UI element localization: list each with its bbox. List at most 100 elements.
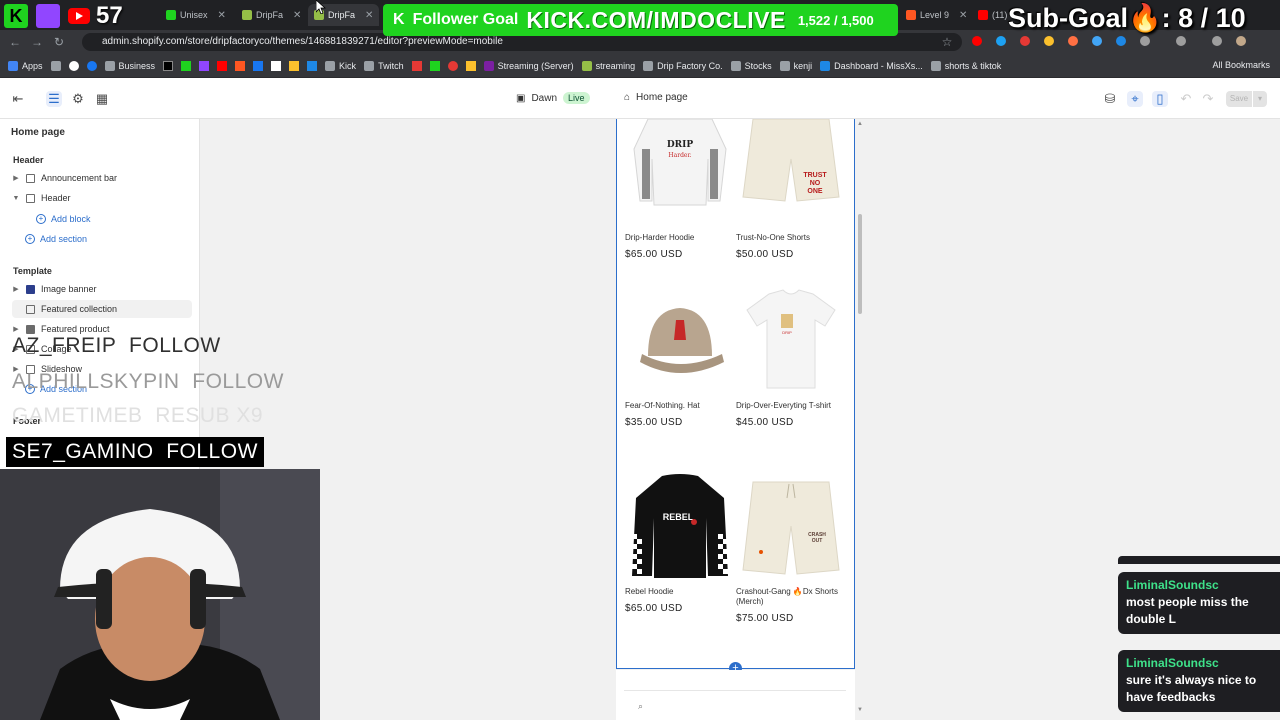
grid-icon[interactable] bbox=[50, 60, 61, 71]
gear-icon[interactable]: ⚙ bbox=[70, 91, 86, 107]
product-title[interactable]: Trust-No-One Shorts bbox=[736, 233, 846, 243]
redo-icon[interactable]: ↷ bbox=[1200, 91, 1216, 107]
extension-icon[interactable] bbox=[307, 60, 318, 71]
extension-icon[interactable] bbox=[972, 36, 982, 46]
extension-icon[interactable] bbox=[1044, 36, 1054, 46]
preview-scrollbar[interactable]: ▲ ▼ bbox=[857, 121, 863, 717]
bookmark-item[interactable]: Stocks bbox=[730, 60, 772, 71]
close-icon[interactable]: ✕ bbox=[365, 10, 373, 21]
close-icon[interactable]: ✕ bbox=[293, 10, 301, 21]
extension-icon[interactable] bbox=[1116, 36, 1126, 46]
product-title[interactable]: Crashout-Gang 🔥Dx Shorts (Merch) bbox=[736, 587, 846, 607]
reload-icon[interactable]: ↻ bbox=[48, 35, 70, 49]
threads-icon[interactable] bbox=[271, 60, 282, 71]
folder-icon bbox=[104, 60, 115, 71]
x-icon[interactable] bbox=[163, 60, 174, 71]
chevron-right-icon[interactable]: ▶ bbox=[12, 325, 20, 333]
extension-icon[interactable] bbox=[1068, 36, 1078, 46]
extension-icon[interactable] bbox=[1092, 36, 1102, 46]
chevron-down-icon[interactable]: ▾ bbox=[1253, 91, 1267, 107]
google-icon[interactable] bbox=[68, 60, 79, 71]
chevron-right-icon[interactable]: ▶ bbox=[12, 174, 20, 182]
product-title[interactable]: Drip-Harder Hoodie bbox=[625, 233, 735, 243]
bookmark-item[interactable]: shorts & tiktok bbox=[930, 60, 1001, 71]
chat-username: LiminalSoundsc bbox=[1126, 578, 1219, 592]
bookmark-item[interactable]: Drip Factory Co. bbox=[643, 60, 723, 71]
scroll-down-icon[interactable]: ▼ bbox=[857, 707, 863, 713]
undo-icon[interactable]: ↶ bbox=[1178, 91, 1194, 107]
scroll-up-icon[interactable]: ▲ bbox=[857, 121, 863, 127]
product-image[interactable]: DRIP bbox=[736, 285, 846, 395]
chat-text: sure it's always nice to have feedbacks bbox=[1126, 673, 1257, 704]
back-arrow-icon[interactable]: ← bbox=[4, 35, 26, 49]
sidebar-item-featured-collection[interactable]: Featured collection bbox=[12, 300, 192, 318]
forward-arrow-icon[interactable]: → bbox=[26, 35, 48, 49]
mobile-preview-icon[interactable]: ▯ bbox=[1152, 91, 1168, 107]
product-image[interactable]: REBEL bbox=[625, 471, 735, 581]
product-card[interactable]: CRASH OUT Crashout-Gang 🔥Dx Shorts (Merc… bbox=[736, 471, 846, 624]
product-card[interactable]: DRIP Harder. Drip-Harder Hoodie $65.00 U… bbox=[625, 119, 735, 260]
kick-icon[interactable] bbox=[181, 60, 192, 71]
product-image[interactable]: TRUST NO ONE bbox=[736, 119, 846, 207]
bookmark-item[interactable]: Dashboard - MissXs... bbox=[820, 60, 923, 71]
twitch-icon[interactable] bbox=[199, 60, 210, 71]
extension-icon[interactable] bbox=[289, 60, 300, 71]
extension-icon[interactable] bbox=[429, 60, 440, 71]
product-card[interactable]: TRUST NO ONE Trust-No-One Shorts $50.00 … bbox=[736, 119, 846, 260]
browser-tab[interactable]: Level 9 ✕ bbox=[900, 4, 973, 26]
youtube-icon[interactable] bbox=[217, 60, 228, 71]
product-title[interactable]: Rebel Hoodie bbox=[625, 587, 735, 597]
inspector-icon[interactable]: ⌖ bbox=[1127, 91, 1143, 107]
bookmark-item[interactable]: Twitch bbox=[364, 60, 404, 71]
bookmark-item[interactable]: kenji bbox=[779, 60, 812, 71]
extension-icon[interactable] bbox=[996, 36, 1006, 46]
extension-icon[interactable] bbox=[411, 60, 422, 71]
scrollbar-thumb[interactable] bbox=[858, 214, 862, 314]
save-button[interactable]: Save bbox=[1226, 91, 1252, 107]
add-block-button[interactable]: + Add block bbox=[36, 214, 91, 224]
chat-message: LiminalSoundsc sure it's always nice to … bbox=[1118, 650, 1280, 712]
sidebar-item-header[interactable]: ▼ Header bbox=[12, 189, 192, 207]
product-card[interactable]: Fear-Of-Nothing. Hat $35.00 USD bbox=[625, 285, 735, 428]
exit-icon[interactable]: ⇤ bbox=[10, 91, 26, 107]
sidebar-icon[interactable] bbox=[1176, 36, 1186, 46]
sidebar-item-image-banner[interactable]: ▶ Image banner bbox=[12, 280, 192, 298]
bookmark-item[interactable]: Apps bbox=[8, 60, 43, 71]
database-icon[interactable]: ⛁ bbox=[1102, 91, 1118, 107]
product-card[interactable]: DRIP Drip-Over-Everyting T-shirt $45.00 … bbox=[736, 285, 846, 428]
add-section-button[interactable]: + Add section bbox=[25, 234, 87, 244]
avatar[interactable] bbox=[1236, 36, 1246, 46]
bookmark-item[interactable]: streaming bbox=[581, 60, 635, 71]
extension-icon[interactable] bbox=[235, 60, 246, 71]
product-title[interactable]: Drip-Over-Everyting T-shirt bbox=[736, 401, 846, 411]
close-icon[interactable]: ✕ bbox=[218, 10, 226, 21]
product-image[interactable]: DRIP Harder. bbox=[625, 119, 735, 207]
close-icon[interactable]: ✕ bbox=[959, 10, 967, 21]
extension-icon[interactable] bbox=[1020, 36, 1030, 46]
facebook-icon[interactable] bbox=[86, 60, 97, 71]
apps-icon[interactable]: ▦ bbox=[94, 91, 110, 107]
search-icon[interactable]: ⌕ bbox=[638, 701, 643, 712]
facebook-icon[interactable] bbox=[253, 60, 264, 71]
extension-icon[interactable] bbox=[465, 60, 476, 71]
browser-tab[interactable]: DripFa ✕ bbox=[236, 4, 307, 26]
product-image[interactable]: CRASH OUT bbox=[736, 471, 846, 581]
bookmark-item[interactable]: Business bbox=[104, 60, 155, 71]
bookmark-star-icon[interactable]: ☆ bbox=[936, 35, 958, 49]
chevron-down-icon[interactable]: ▼ bbox=[12, 195, 20, 202]
product-card[interactable]: REBEL Rebel Hoodie $65.00 USD bbox=[625, 471, 735, 614]
browser-tab[interactable]: Unisex ✕ bbox=[160, 4, 232, 26]
product-image[interactable] bbox=[625, 285, 735, 395]
sections-icon[interactable]: ☰ bbox=[46, 91, 62, 107]
product-title[interactable]: Fear-Of-Nothing. Hat bbox=[625, 401, 735, 411]
theme-selector[interactable]: ▣ Dawn Live bbox=[516, 92, 590, 104]
bookmark-item[interactable]: Streaming (Server) bbox=[483, 60, 574, 71]
extension-icon[interactable] bbox=[447, 60, 458, 71]
menu-icon[interactable] bbox=[1212, 36, 1222, 46]
sidebar-item-announcement-bar[interactable]: ▶ Announcement bar bbox=[12, 169, 192, 187]
page-selector[interactable]: ⌂ Home page bbox=[624, 92, 688, 103]
puzzle-icon[interactable] bbox=[1140, 36, 1150, 46]
all-bookmarks-folder[interactable]: All Bookmarks bbox=[1212, 60, 1270, 70]
chevron-right-icon[interactable]: ▶ bbox=[12, 285, 20, 293]
bookmark-item[interactable]: Kick bbox=[325, 60, 356, 71]
